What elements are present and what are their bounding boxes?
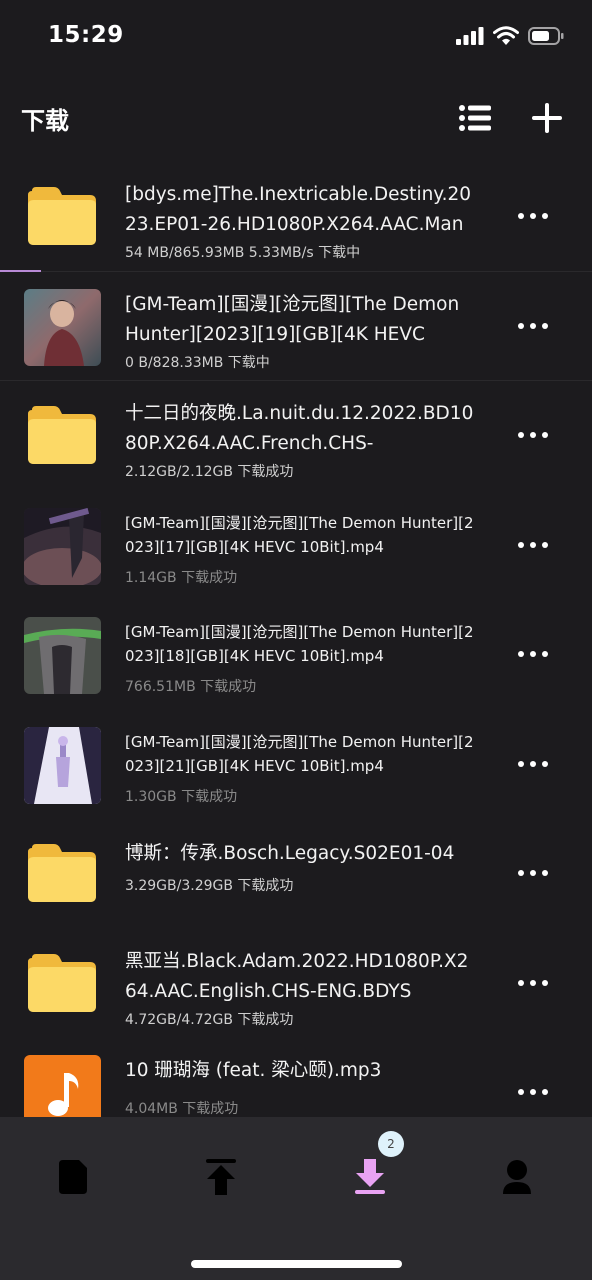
more-dot	[542, 760, 548, 767]
more-dot	[530, 1089, 536, 1095]
folder-icon	[28, 406, 96, 464]
video-thumbnail	[24, 617, 101, 694]
tab-upload[interactable]	[196, 1152, 246, 1202]
download-meta: 4.04MB 下载成功	[125, 1101, 239, 1117]
more-dot	[530, 979, 536, 986]
more-button[interactable]	[518, 535, 548, 555]
download-item[interactable]: [GM-Team][国漫][沧元图][The Demon Hunter][202…	[0, 272, 592, 381]
signal-icon	[456, 27, 484, 45]
video-thumbnail	[24, 726, 101, 804]
plus-icon	[532, 103, 562, 133]
more-dot	[530, 322, 536, 329]
status-icons	[456, 26, 564, 46]
download-list: [bdys.me]The.Inextricable.Destiny.2023.E…	[0, 162, 592, 1117]
more-dot	[530, 870, 536, 876]
download-item[interactable]: 10 珊瑚海 (feat. 梁心颐).mp3 4.04MB 下载成功	[0, 1038, 592, 1117]
more-button[interactable]	[518, 754, 548, 774]
download-title: 十二日的夜晚.La.nuit.du.12.2022.BD1080P.X264.A…	[125, 403, 474, 454]
more-dot	[542, 432, 548, 438]
more-dot	[542, 979, 548, 986]
more-dot	[518, 213, 524, 219]
download-item[interactable]: [GM-Team][国漫][沧元图][The Demon Hunter][202…	[0, 710, 592, 820]
download-title: [GM-Team][国漫][沧元图][The Demon Hunter][202…	[125, 513, 474, 556]
add-button[interactable]	[527, 98, 567, 138]
more-dot	[530, 213, 536, 219]
more-dot	[530, 760, 536, 767]
download-item[interactable]: [bdys.me]The.Inextricable.Destiny.2023.E…	[0, 162, 592, 272]
download-title: [bdys.me]The.Inextricable.Destiny.2023.E…	[125, 184, 472, 235]
battery-icon	[528, 27, 564, 45]
download-meta: 54 MB/865.93MB 5.33MB/s 下载中	[125, 245, 361, 261]
more-button[interactable]	[518, 863, 548, 883]
more-button[interactable]	[518, 316, 548, 336]
more-dot	[518, 870, 524, 876]
tab-files[interactable]	[49, 1152, 99, 1202]
audio-thumbnail	[24, 1055, 101, 1117]
download-count-badge: 2	[378, 1131, 404, 1157]
more-dot	[542, 651, 548, 657]
home-indicator	[191, 1260, 402, 1268]
more-dot	[518, 1089, 524, 1095]
more-dot	[542, 1089, 548, 1095]
download-item[interactable]: 黑亚当.Black.Adam.2022.HD1080P.X264.AAC.Eng…	[0, 929, 592, 1039]
download-meta: 1.14GB 下载成功	[125, 569, 238, 586]
download-meta: 4.72GB/4.72GB 下载成功	[125, 1011, 294, 1028]
download-item[interactable]: 博斯：传承.Bosch.Legacy.S02E01-04 3.29GB/3.29…	[0, 819, 592, 929]
files-icon	[59, 1160, 87, 1194]
more-dot	[530, 651, 536, 657]
download-item[interactable]: [GM-Team][国漫][沧元图][The Demon Hunter][202…	[0, 491, 592, 601]
download-title: 黑亚当.Black.Adam.2022.HD1080P.X264.AAC.Eng…	[125, 950, 469, 1002]
more-dot	[542, 213, 548, 219]
more-button[interactable]	[518, 206, 548, 226]
more-dot	[518, 979, 524, 986]
download-meta: 766.51MB 下载成功	[125, 679, 257, 695]
list-view-button[interactable]	[455, 98, 495, 138]
download-meta: 0 B/828.33MB 下载中	[125, 354, 270, 371]
wifi-icon	[493, 26, 519, 45]
more-button[interactable]	[518, 1082, 548, 1102]
page-title: 下载	[21, 107, 69, 135]
download-meta: 2.12GB/2.12GB 下载成功	[125, 464, 294, 480]
upload-icon	[206, 1159, 236, 1195]
more-dot	[530, 432, 536, 438]
download-meta: 3.29GB/3.29GB 下载成功	[125, 878, 294, 894]
download-item[interactable]: [GM-Team][国漫][沧元图][The Demon Hunter][202…	[0, 600, 592, 710]
more-dot	[518, 541, 524, 548]
folder-icon	[28, 844, 96, 902]
header: 下载	[0, 88, 592, 148]
tab-profile[interactable]	[492, 1152, 542, 1202]
music-note-icon	[48, 1073, 79, 1116]
more-button[interactable]	[518, 425, 548, 445]
download-title: [GM-Team][国漫][沧元图][The Demon Hunter][202…	[125, 623, 474, 665]
download-title: [GM-Team][国漫][沧元图][The Demon Hunter][202…	[125, 732, 474, 775]
status-bar: 15:29	[0, 0, 592, 76]
folder-icon	[28, 187, 96, 245]
more-button[interactable]	[518, 644, 548, 664]
more-dot	[542, 541, 548, 548]
download-title: [GM-Team][国漫][沧元图][The Demon Hunter][202…	[125, 293, 460, 345]
list-icon	[459, 105, 491, 131]
more-button[interactable]	[518, 973, 548, 993]
download-title: 博斯：传承.Bosch.Legacy.S02E01-04	[125, 843, 455, 864]
download-meta: 1.30GB 下载成功	[125, 788, 238, 805]
more-dot	[518, 432, 524, 438]
folder-icon	[28, 953, 96, 1012]
video-thumbnail	[24, 288, 101, 366]
tab-download[interactable]	[345, 1152, 395, 1202]
video-thumbnail	[24, 507, 101, 585]
more-dot	[518, 322, 524, 329]
more-dot	[518, 760, 524, 767]
more-dot	[530, 541, 536, 548]
tab-bar: 2	[0, 1117, 592, 1280]
more-dot	[542, 322, 548, 329]
status-time: 15:29	[48, 22, 124, 48]
more-dot	[518, 651, 524, 657]
download-icon	[355, 1159, 385, 1194]
download-item[interactable]: 十二日的夜晚.La.nuit.du.12.2022.BD1080P.X264.A…	[0, 381, 592, 491]
profile-icon	[503, 1160, 531, 1194]
more-dot	[542, 870, 548, 876]
download-title: 10 珊瑚海 (feat. 梁心颐).mp3	[125, 1060, 382, 1081]
